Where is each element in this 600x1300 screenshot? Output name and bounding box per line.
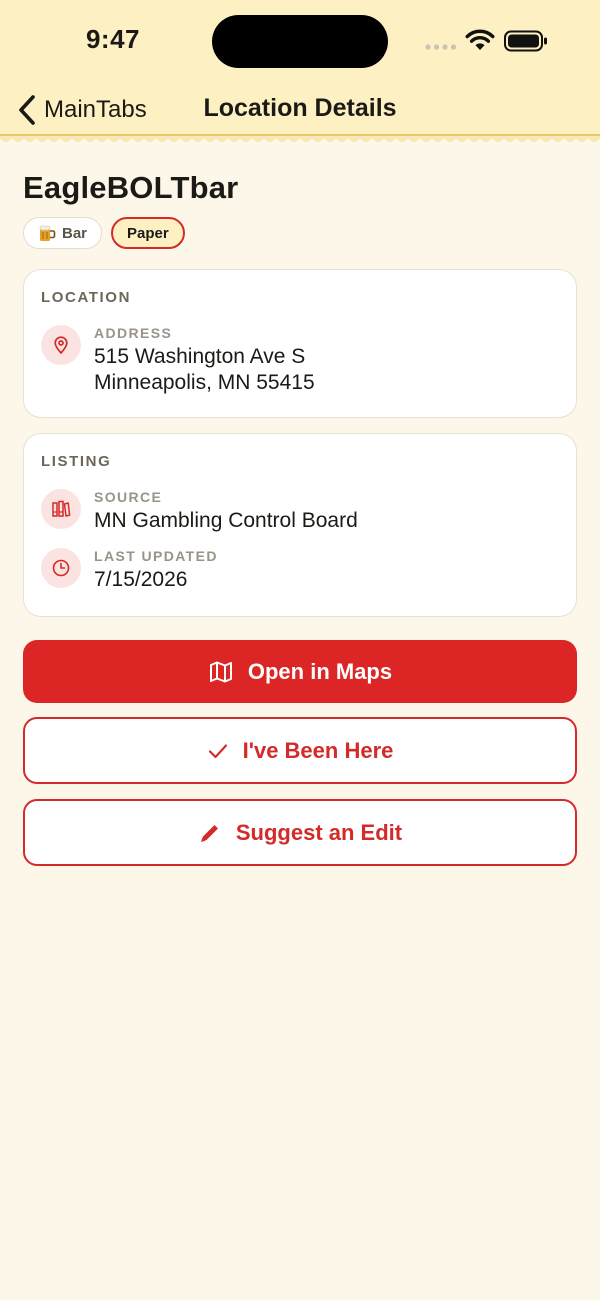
- header-scalloped-edge: [0, 134, 600, 148]
- wifi-icon: [465, 29, 495, 50]
- battery-icon: [504, 30, 547, 52]
- suggest-edit-button[interactable]: Suggest an Edit: [23, 799, 577, 866]
- open-in-maps-label: Open in Maps: [247, 658, 393, 684]
- card-heading-location: LOCATION: [41, 289, 132, 306]
- page-title: Location Details: [203, 94, 397, 122]
- been-here-label: I've Been Here: [242, 737, 394, 763]
- status-time: 9:47: [85, 24, 141, 54]
- address-value[interactable]: 515 Washington Ave S Minneapolis, MN 554…: [94, 344, 315, 396]
- dynamic-island: [212, 15, 388, 68]
- beer-mug-icon: [39, 225, 56, 241]
- open-in-maps-button[interactable]: Open in Maps: [23, 640, 577, 703]
- chip-paper-label: Paper: [127, 224, 169, 242]
- category-chips: Bar Paper: [23, 217, 185, 249]
- chip-paper: Paper: [111, 217, 185, 249]
- map-pin-icon: [41, 325, 81, 365]
- navigation-header: 9:47 MainTabs Location Details: [0, 0, 600, 136]
- card-heading-listing: LISTING: [41, 453, 112, 470]
- address-line-1: 515 Washington Ave S: [94, 345, 306, 368]
- chip-bar: Bar: [23, 217, 103, 249]
- last-updated-label: LAST UPDATED: [94, 548, 218, 564]
- address-label: ADDRESS: [94, 325, 173, 341]
- chevron-left-icon: [19, 95, 35, 125]
- checkmark-icon: [208, 743, 227, 758]
- last-updated-value: 7/15/2026: [94, 568, 188, 591]
- back-button-label: MainTabs: [44, 96, 147, 123]
- clock-icon: [41, 548, 81, 588]
- source-label: SOURCE: [94, 489, 163, 505]
- suggest-edit-label: Suggest an Edit: [235, 819, 403, 845]
- been-here-button[interactable]: I've Been Here: [23, 717, 577, 784]
- building-columns-icon: [41, 489, 81, 529]
- pencil-icon: [200, 824, 218, 842]
- signal-icon: [425, 44, 457, 50]
- address-line-2: Minneapolis, MN 55415: [94, 371, 315, 394]
- location-card: LOCATION ADDRESS 515 Washington Ave S Mi…: [23, 269, 577, 418]
- chip-bar-label: Bar: [62, 224, 88, 242]
- source-value: MN Gambling Control Board: [94, 509, 358, 532]
- listing-card: LISTING SOURCE MN Gambling Control Board…: [23, 433, 577, 617]
- back-button[interactable]: MainTabs: [14, 90, 147, 130]
- map-icon: [209, 661, 232, 682]
- location-name: EagleBOLTbar: [23, 170, 239, 205]
